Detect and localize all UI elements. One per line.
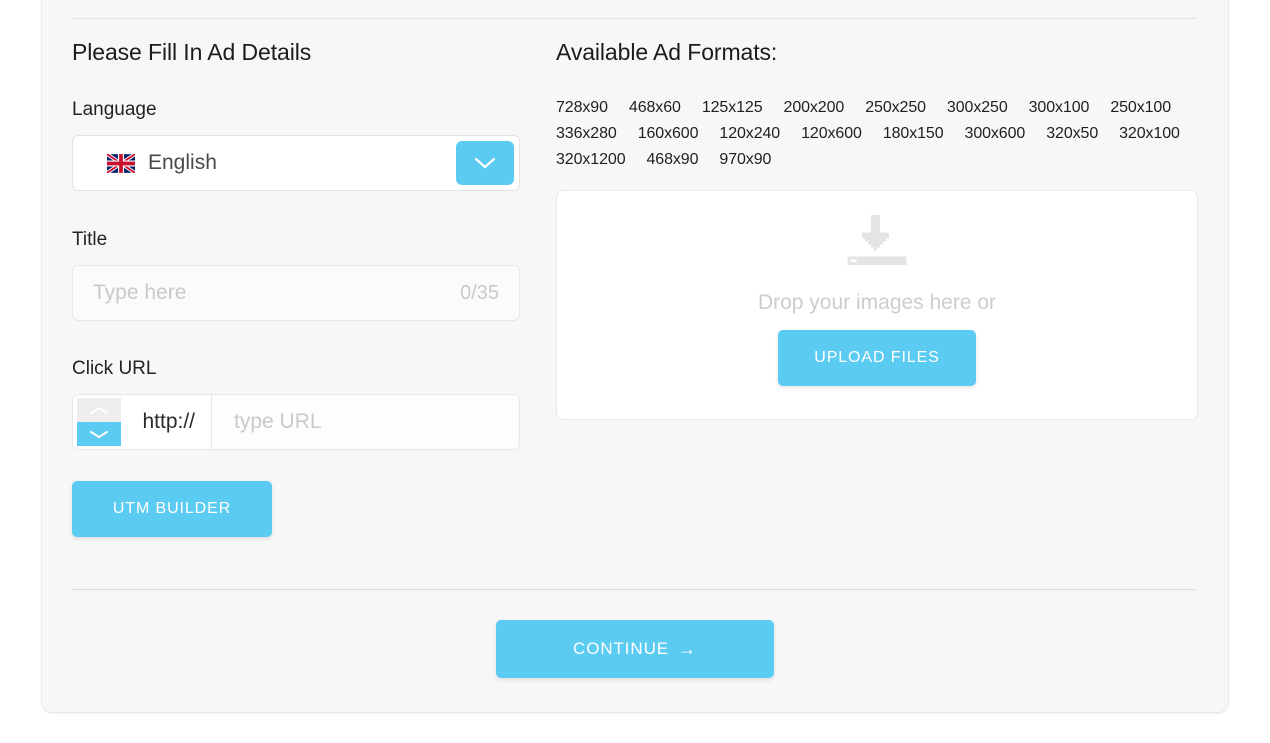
page-root: Please Fill In Ad Details Language Engli… bbox=[0, 0, 1270, 743]
click-url-label: Click URL bbox=[72, 357, 542, 381]
ad-formats-row: 320x1200 468x90 970x90 bbox=[556, 151, 1204, 169]
chevron-up-icon bbox=[89, 406, 109, 415]
ad-formats-title: Available Ad Formats: bbox=[556, 38, 1208, 66]
protocol-selector[interactable]: http:// bbox=[73, 395, 212, 449]
ad-format: 125x125 bbox=[702, 99, 763, 117]
language-select[interactable]: English bbox=[72, 135, 520, 191]
page-title: Please Fill In Ad Details bbox=[72, 38, 542, 66]
ad-format: 320x1200 bbox=[556, 151, 626, 169]
protocol-spinner[interactable] bbox=[77, 398, 121, 446]
dropzone-text: Drop your images here or bbox=[758, 291, 996, 315]
utm-builder-button[interactable]: UTM BUILDER bbox=[72, 481, 272, 537]
image-dropzone[interactable]: Drop your images here or UPLOAD FILES bbox=[556, 190, 1198, 420]
language-dropdown-button[interactable] bbox=[456, 141, 514, 185]
ad-format: 320x50 bbox=[1046, 125, 1098, 143]
click-url-input[interactable]: type URL bbox=[212, 395, 519, 449]
title-char-counter: 0/35 bbox=[460, 282, 499, 305]
continue-button-label: CONTINUE bbox=[573, 639, 669, 659]
language-selected-value: English bbox=[148, 151, 217, 175]
ad-format: 180x150 bbox=[883, 125, 944, 143]
ad-format: 120x240 bbox=[719, 125, 780, 143]
ad-format: 300x100 bbox=[1029, 99, 1090, 117]
ad-format: 300x250 bbox=[947, 99, 1008, 117]
protocol-spinner-up[interactable] bbox=[77, 398, 121, 422]
chevron-down-icon bbox=[89, 430, 109, 439]
uk-flag-icon bbox=[107, 154, 135, 173]
ad-format: 468x90 bbox=[647, 151, 699, 169]
ad-format: 200x200 bbox=[784, 99, 845, 117]
ad-details-form: Please Fill In Ad Details Language Engli… bbox=[72, 38, 542, 537]
footer-actions: CONTINUE → bbox=[42, 620, 1228, 678]
ad-formats-row: 728x90 468x60 125x125 200x200 250x250 30… bbox=[556, 99, 1204, 117]
bottom-divider bbox=[72, 589, 1196, 590]
title-label: Title bbox=[72, 228, 542, 252]
ad-formats-row: 336x280 160x600 120x240 120x600 180x150 … bbox=[556, 125, 1204, 143]
ad-formats-list: 728x90 468x60 125x125 200x200 250x250 30… bbox=[556, 99, 1204, 169]
click-url-input-wrapper[interactable]: http:// type URL bbox=[72, 394, 520, 450]
ad-format: 320x100 bbox=[1119, 125, 1180, 143]
language-field-group: Language English bbox=[72, 98, 542, 191]
ad-format: 300x600 bbox=[965, 125, 1026, 143]
ad-format: 120x600 bbox=[801, 125, 862, 143]
ad-format: 468x60 bbox=[629, 99, 681, 117]
protocol-value: http:// bbox=[142, 410, 195, 434]
ad-formats-panel: Available Ad Formats: 728x90 468x60 125x… bbox=[556, 38, 1208, 420]
title-input-wrapper[interactable]: Type here 0/35 bbox=[72, 265, 520, 321]
language-label: Language bbox=[72, 98, 542, 122]
title-input-placeholder: Type here bbox=[93, 281, 186, 305]
arrow-right-icon: → bbox=[678, 640, 697, 658]
protocol-spinner-down[interactable] bbox=[77, 422, 121, 446]
ad-format: 970x90 bbox=[719, 151, 771, 169]
ad-format: 250x100 bbox=[1110, 99, 1171, 117]
title-field-group: Title Type here 0/35 bbox=[72, 228, 542, 321]
ad-details-card: Please Fill In Ad Details Language Engli… bbox=[42, 0, 1228, 712]
continue-button[interactable]: CONTINUE → bbox=[496, 620, 774, 678]
ad-format: 160x600 bbox=[638, 125, 699, 143]
ad-format: 728x90 bbox=[556, 99, 608, 117]
click-url-placeholder: type URL bbox=[234, 410, 322, 434]
upload-files-button[interactable]: UPLOAD FILES bbox=[778, 330, 976, 386]
click-url-field-group: Click URL bbox=[72, 357, 542, 450]
chevron-down-icon bbox=[474, 157, 496, 169]
ad-format: 336x280 bbox=[556, 125, 617, 143]
ad-format: 250x250 bbox=[865, 99, 926, 117]
top-divider bbox=[72, 18, 1196, 19]
upload-arrow-icon bbox=[844, 215, 910, 277]
